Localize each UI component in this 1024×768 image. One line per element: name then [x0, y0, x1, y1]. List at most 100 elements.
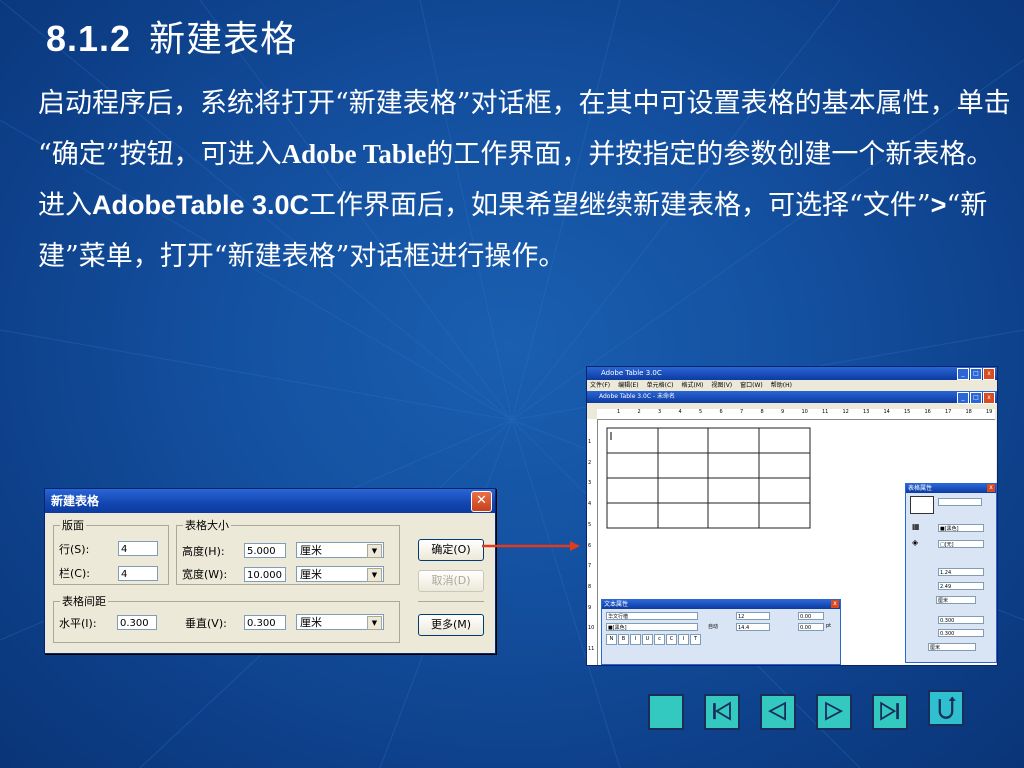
nav-first-button[interactable] [704, 694, 740, 730]
menu-item[interactable]: 编辑(E) [618, 380, 638, 391]
ruler-tick-label: 11 [822, 409, 829, 415]
ruler-tick-label: 2 [588, 459, 592, 466]
spacing-input[interactable]: 0.00 [798, 612, 824, 620]
v-spacing-input[interactable]: 0.300 [938, 629, 984, 637]
minimize-icon[interactable]: _ [957, 392, 969, 404]
ruler-tick-label: 17 [945, 409, 952, 415]
chevron-down-icon: ▼ [367, 568, 382, 582]
spacing-unit-select[interactable]: 厘米 ▼ [296, 614, 384, 630]
ruler-tick-label: 1 [588, 439, 592, 445]
maximize-icon[interactable]: □ [970, 392, 982, 404]
text-style-button[interactable]: N [606, 634, 617, 645]
line-color-select[interactable]: ■[黑色] [938, 524, 984, 532]
auto-label: 自动 [708, 624, 719, 630]
horizontal-spacing-input[interactable]: 0.300 [117, 615, 157, 630]
product-version: AdobeTable 3.0C [92, 190, 310, 220]
leading-select[interactable]: 14.4 [736, 623, 770, 631]
text-style-button[interactable]: c [654, 634, 665, 645]
menu-item[interactable]: 文件(F) [590, 380, 610, 391]
border-select[interactable] [938, 498, 982, 506]
nav-last-button[interactable] [872, 694, 908, 730]
width-unit-select[interactable]: 厘米 ▼ [296, 566, 384, 582]
ruler-tick-label: 19 [986, 409, 993, 415]
section-number: 8.1.2 [46, 18, 132, 59]
baseline-input[interactable]: 0.00 [798, 623, 824, 631]
vertical-label: 垂直(V): [185, 617, 227, 630]
slide-body: 启动程序后，系统将打开“新建表格”对话框，在其中可设置表格的基本属性，单击 “确… [38, 78, 1013, 282]
ruler-tick-label: 16 [924, 409, 931, 415]
close-icon[interactable]: x [831, 600, 839, 608]
cancel-button[interactable]: 取消(D) [418, 570, 484, 592]
col-width-input[interactable]: 2.49 [938, 582, 984, 590]
cols-input[interactable]: 4 [118, 566, 158, 581]
nav-home-button[interactable] [648, 694, 684, 730]
close-icon[interactable]: x [987, 484, 995, 492]
text-style-button[interactable]: T [690, 634, 701, 645]
unit-label: pt [826, 623, 832, 629]
spacing-unit-select[interactable]: 厘米 [928, 643, 976, 651]
menu-item[interactable]: 窗口(W) [740, 380, 763, 391]
font-select[interactable]: 华文行楷 [606, 612, 698, 620]
maximize-icon[interactable]: □ [970, 368, 982, 380]
triangle-left-icon [768, 701, 786, 721]
vertical-spacing-input[interactable]: 0.300 [244, 615, 286, 630]
ruler-tick-label: 7 [740, 409, 744, 415]
menu-bar: 文件(F) 编辑(E) 单元格(C) 格式(M) 视图(V) 窗口(W) 帮助(H) [587, 380, 997, 391]
row-height-input[interactable]: 1.24 [938, 568, 984, 576]
divider [418, 601, 484, 602]
close-icon[interactable]: ✕ [471, 491, 492, 512]
ruler-tick-label: 10 [588, 625, 595, 632]
dialog-title: 新建表格 [51, 494, 100, 508]
product-name: Adobe Table [281, 139, 427, 169]
height-input[interactable]: 5.000 [244, 543, 286, 558]
ruler-tick-label: 9 [588, 604, 592, 611]
blank-icon [650, 696, 682, 728]
text-style-button[interactable]: I [678, 634, 689, 645]
nav-prev-button[interactable] [760, 694, 796, 730]
minimize-icon[interactable]: _ [957, 368, 969, 380]
text-style-button[interactable]: U [642, 634, 653, 645]
horizontal-label: 水平(I): [59, 617, 97, 630]
ruler-tick-label: 15 [904, 409, 911, 415]
ruler-tick-label: 13 [863, 409, 870, 415]
rows-input[interactable]: 4 [118, 541, 158, 556]
nav-return-button[interactable] [928, 690, 964, 726]
size-unit-select[interactable]: 厘米 [936, 596, 976, 604]
nav-next-button[interactable] [816, 694, 852, 730]
border-preview-icon[interactable] [910, 496, 934, 514]
width-input[interactable]: 10.000 [244, 567, 286, 582]
text-style-button[interactable]: B [618, 634, 629, 645]
menu-item[interactable]: 视图(V) [711, 380, 732, 391]
ruler-tick-label: 1 [617, 409, 621, 415]
return-icon [938, 696, 956, 719]
table-properties-palette: 表格属性 x ▦ ■[黑色] ◈ □[无] 1.24 2.49 厘米 0.300 … [905, 483, 997, 663]
font-size-select[interactable]: 12 [736, 612, 770, 620]
fill-color-select[interactable]: □[无] [938, 540, 984, 548]
menu-item[interactable]: 格式(M) [682, 380, 704, 391]
chevron-down-icon: ▼ [367, 544, 382, 558]
text-properties-palette: 文本属性 x 华文行楷 12 0.00 ■[黑色] 自动 14.4 0.00 pt… [601, 599, 841, 665]
text-style-button[interactable]: C [666, 634, 677, 645]
h-spacing-input[interactable]: 0.300 [938, 616, 984, 624]
more-button[interactable]: 更多(M) [418, 614, 484, 636]
ruler-tick-label: 4 [588, 501, 592, 508]
ruler-tick-label: 11 [588, 646, 595, 652]
menu-item[interactable]: 帮助(H) [771, 380, 792, 391]
adobe-table-window: Adobe Table 3.0C _ □ x 文件(F) 编辑(E) 单元格(C) 格式(… [586, 366, 998, 666]
ruler-tick-label: 6 [588, 542, 592, 549]
app-titlebar: Adobe Table 3.0C _ □ x [587, 367, 997, 380]
menu-item[interactable]: 单元格(C) [647, 380, 674, 391]
close-icon[interactable]: x [983, 368, 995, 380]
chevron-down-icon: ▼ [367, 616, 382, 630]
horizontal-ruler: 1 2 3 4 5 6 7 8 9 10 11 12 13 14 15 16 17 18 19 [597, 409, 995, 420]
style-buttons: NBIUcCIT [606, 634, 701, 645]
ruler-tick-label: 2 [637, 409, 641, 415]
close-icon[interactable]: x [983, 392, 995, 404]
ruler-tick-label: 14 [883, 409, 890, 415]
text-style-button[interactable]: I [630, 634, 641, 645]
ok-button[interactable]: 确定(O) [418, 539, 484, 561]
grid-icon: ▦ [912, 522, 920, 531]
text-color-select[interactable]: ■[黑色] [606, 623, 698, 631]
height-unit-select[interactable]: 厘米 ▼ [296, 542, 384, 558]
paragraph-1: 启动程序后，系统将打开“新建表格”对话框，在其中可设置表格的基本属性，单击 “确… [38, 88, 1011, 170]
